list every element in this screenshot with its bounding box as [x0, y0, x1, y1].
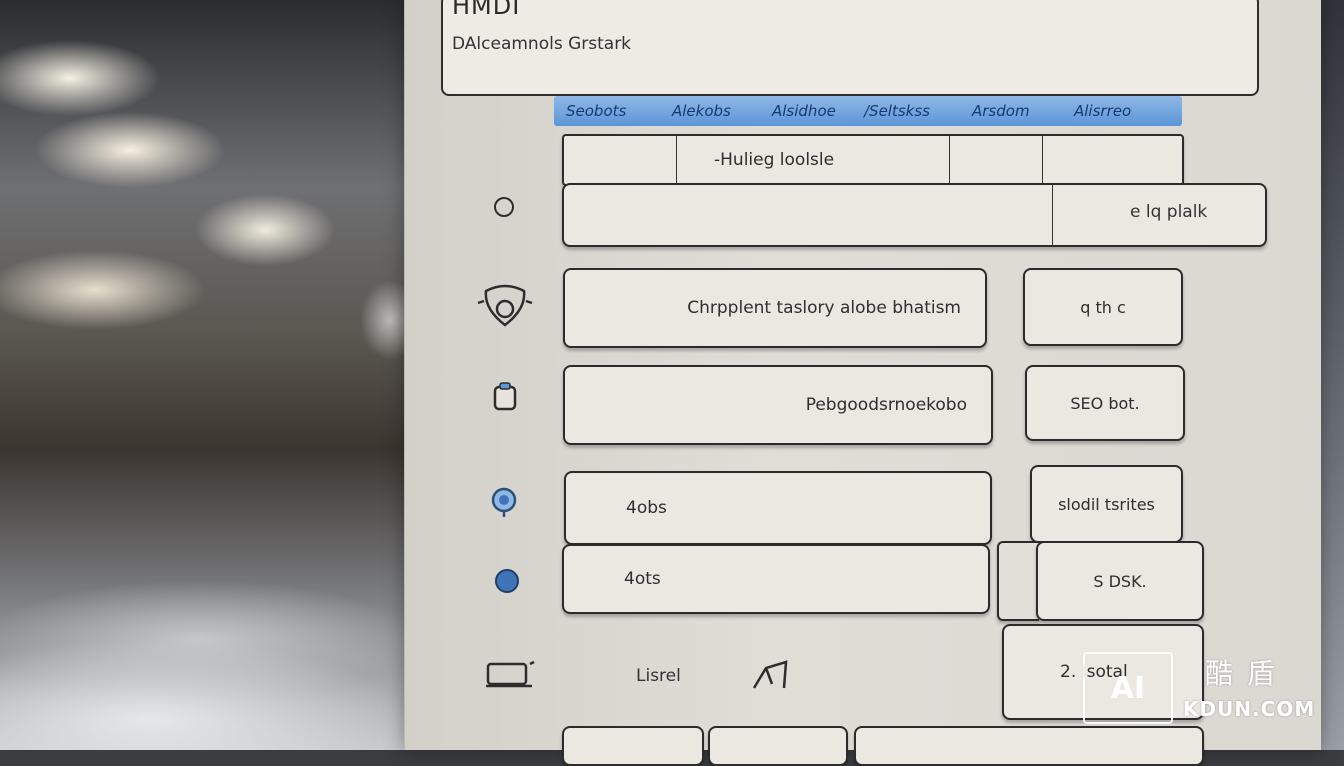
text-field-row-2[interactable]: Chrpplent taslory alobe bhatism	[563, 268, 987, 348]
text-field-row-4-value: 4obs	[626, 498, 667, 518]
row-4-action-button[interactable]: slodil tsrites	[1030, 465, 1183, 543]
monitor-icon	[486, 660, 535, 688]
watermark-domain-text: KDUN.COM	[1183, 697, 1316, 721]
watermark-badge: AI	[1083, 652, 1173, 724]
segment-divider	[676, 136, 677, 184]
page-subtitle: DAlceamnols Grstark	[452, 34, 632, 54]
background-right-edge	[1318, 0, 1344, 750]
footer-label: Lisrel	[636, 666, 681, 686]
text-field-row-4[interactable]: 4obs	[564, 471, 992, 545]
page-title: HMDI	[452, 0, 521, 20]
segment-divider	[949, 136, 950, 184]
tab-alsidhoe[interactable]: Alsidhoe	[772, 99, 836, 123]
row-3-action-button[interactable]: SEO bot.	[1025, 365, 1185, 441]
clipboard-icon	[493, 382, 517, 411]
row-3-action-label: SEO bot.	[1070, 393, 1140, 413]
tab-seobots[interactable]: Seobots	[566, 99, 626, 123]
text-field-row-5[interactable]: 4ots	[562, 544, 990, 614]
text-field-row-5-value: 4ots	[624, 569, 661, 589]
row-2-action-button[interactable]: q th c	[1023, 268, 1183, 346]
radio-empty-icon[interactable]	[494, 197, 514, 217]
text-field-row-3-value: Pebgoodsrnoekobo	[805, 395, 967, 415]
location-pin-icon	[491, 487, 517, 517]
row-2-action-label: q th c	[1080, 297, 1126, 317]
shield-face-icon	[477, 284, 533, 327]
tab-arsdom[interactable]: Arsdom	[972, 99, 1030, 123]
field-divider	[1052, 185, 1053, 245]
watermark-chinese-text: 酷盾	[1205, 657, 1290, 690]
text-field-row-3[interactable]: Pebgoodsrnoekobo	[563, 365, 993, 445]
tab-seltskss[interactable]: /Seltskss	[864, 99, 930, 123]
row-5-action-button[interactable]: S DSK.	[1036, 541, 1204, 621]
row-4-action-label: slodil tsrites	[1058, 494, 1155, 514]
segment-divider	[1042, 136, 1043, 184]
radio-filled-icon[interactable]	[495, 569, 519, 593]
bottom-button-3[interactable]	[854, 726, 1204, 766]
bottom-button-1[interactable]	[562, 726, 704, 766]
row-5-connector	[997, 541, 1039, 621]
tab-alisrreo[interactable]: Alisrreo	[1074, 99, 1131, 123]
segmented-field[interactable]: -Hulieg loolsle	[562, 134, 1184, 186]
text-field-row-2-value: Chrpplent taslory alobe bhatism	[687, 298, 961, 318]
segmented-field-label: -Hulieg loolsle	[714, 150, 835, 170]
tab-alekobs[interactable]: Alekobs	[672, 99, 731, 123]
lookup-action-label[interactable]: e lq plalk	[1130, 202, 1207, 222]
pen-icon[interactable]	[750, 658, 792, 694]
row-5-action-label: S DSK.	[1093, 571, 1147, 591]
bottom-button-2[interactable]	[708, 726, 848, 766]
